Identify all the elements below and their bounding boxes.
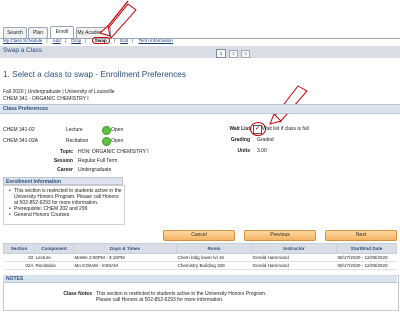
grading-label: Grading — [230, 137, 250, 143]
component-status: Open — [111, 127, 124, 133]
session-label: Session — [53, 158, 73, 164]
bullet-icon: • — [9, 212, 11, 218]
cell-instructor: Gerald Hammond — [251, 253, 337, 262]
class-notes-line: Please call Honors at 502-852-6293 for m… — [96, 297, 224, 303]
topic-value: HON: ORGANIC CHEMISTRY I — [78, 149, 149, 155]
previous-button[interactable]: Previous — [244, 230, 316, 241]
component-section: CHEM 341-02 — [3, 127, 35, 133]
drop-link[interactable]: Drop — [71, 38, 81, 43]
career-label: Career — [57, 167, 73, 173]
component-status: Open — [111, 138, 124, 144]
step-2: 2 — [229, 50, 238, 58]
my-class-schedule-link[interactable]: My Class Schedule — [3, 38, 42, 43]
col-section: Section — [3, 243, 35, 254]
units-label: Units — [237, 148, 251, 154]
cell-days-times: MoWe 2:00PM - 3:15PM — [73, 253, 177, 262]
cell-room: Chemistry Building 329 — [176, 261, 252, 270]
bullet-icon: • — [9, 188, 11, 194]
cell-section: 02A — [3, 261, 35, 270]
cell-section: 02 — [3, 253, 35, 262]
step-3: 3 — [241, 50, 250, 58]
cell-dates: 08/17/2020 - 12/09/2020 — [336, 261, 397, 270]
open-status-icon — [102, 137, 111, 146]
cell-room: Chem bldg lower lvl 16 — [176, 253, 252, 262]
cell-dates: 08/17/2020 - 12/09/2020 — [336, 253, 397, 262]
nav-separator: | — [85, 38, 87, 43]
term-line: Fall 2020 | Undergraduate | University o… — [3, 89, 115, 95]
enroll-subnav: My Class Schedule | Add | Drop | Swap | Edit… — [3, 37, 177, 44]
col-days-times: Days & Times — [73, 243, 177, 254]
component-type: Recitation — [66, 138, 89, 144]
career-value: Undergraduate — [78, 167, 112, 173]
nav-separator: | — [64, 38, 66, 43]
component-type: Lecture — [66, 127, 83, 133]
component-section: CHEM 341-02A — [3, 138, 39, 144]
step-1: 1 — [216, 49, 226, 58]
col-room: Room — [176, 243, 252, 254]
nav-separator: | — [46, 38, 48, 43]
page-title: Swap a Class — [3, 47, 43, 54]
class-notes-label: Class Notes — [63, 291, 92, 297]
table-row: 02A Recitation Mo 8:00AM - 8:50AM Chemis… — [3, 261, 397, 270]
class-preferences-header: Class Preferences — [0, 104, 400, 114]
table-row: 02 Lecture MoWe 2:00PM - 3:15PM Chem bld… — [3, 253, 397, 262]
cell-component: Lecture — [34, 253, 74, 262]
notes-header: NOTES — [3, 275, 397, 283]
cell-days-times: Mo 8:00AM - 8:50AM — [73, 261, 177, 270]
annotation-arrow-swap — [98, 0, 137, 39]
enrollment-item: General Honors Courses — [14, 212, 70, 218]
enrollment-info-header: Enrollment Information — [3, 177, 123, 185]
session-value: Regular Full Term — [78, 158, 118, 164]
next-button[interactable]: Next — [325, 230, 397, 241]
course-line: CHEM 341 - ORGANIC CHEMISTRY I — [3, 96, 89, 102]
section-heading: 1. Select a class to swap - Enrollment P… — [3, 70, 186, 79]
cell-instructor: Gerald Hammond — [251, 261, 337, 270]
table-header-row: Section Component Days & Times Room Inst… — [3, 243, 397, 254]
cell-component: Recitation — [34, 261, 74, 270]
cancel-button[interactable]: Cancel — [163, 230, 235, 241]
wait-list-label: Wait List — [229, 126, 250, 132]
schedule-table: Section Component Days & Times Room Inst… — [3, 243, 397, 270]
grading-value: Graded — [257, 137, 274, 143]
open-status-icon — [102, 126, 111, 135]
col-component: Component — [34, 243, 74, 254]
wait-list-text: Wait list if class is full — [262, 126, 309, 132]
topic-label: Topic — [60, 149, 73, 155]
page-title-bar — [0, 46, 400, 58]
units-value: 3.00 — [257, 148, 267, 154]
col-start-end-date: Start/End Date — [336, 243, 397, 254]
add-link[interactable]: Add — [53, 38, 61, 43]
col-instructor: Instructor — [251, 243, 337, 254]
